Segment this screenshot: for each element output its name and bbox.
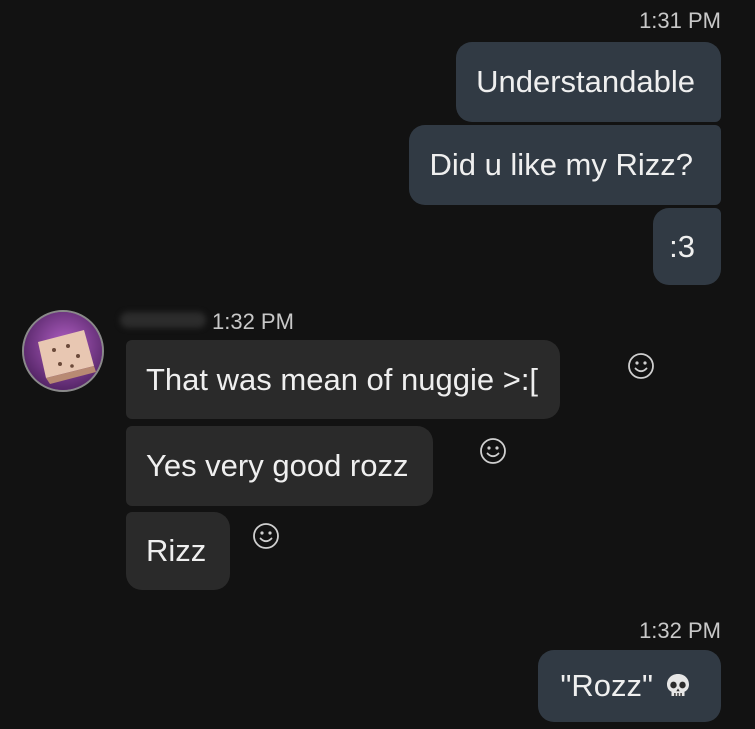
message-timestamp: 1:31 PM: [639, 8, 721, 33]
message-timestamp: 1:32 PM: [212, 309, 294, 334]
skull-icon: [663, 671, 693, 701]
message-text: That was mean of nuggie >:[: [146, 361, 539, 397]
add-reaction-icon[interactable]: [627, 352, 655, 380]
message-text: :3: [669, 228, 695, 264]
contact-avatar[interactable]: [22, 310, 104, 392]
contact-name-redacted: [120, 312, 206, 328]
message-bubble-outgoing[interactable]: "Rozz": [538, 650, 721, 722]
add-reaction-icon[interactable]: [479, 437, 507, 465]
message-bubble-incoming[interactable]: Rizz: [126, 512, 231, 590]
message-text: Rizz: [146, 533, 207, 568]
message-bubble-outgoing[interactable]: Did u like my Rizz?: [409, 125, 721, 205]
message-bubble-outgoing[interactable]: :3: [653, 208, 721, 285]
message-bubble-incoming[interactable]: That was mean of nuggie >:[: [126, 340, 561, 419]
message-text: Did u like my Rizz?: [429, 147, 693, 182]
message-text: Yes very good rozz: [146, 448, 409, 483]
message-bubble-outgoing[interactable]: Understandable: [456, 42, 721, 122]
add-reaction-icon[interactable]: [252, 522, 280, 550]
message-bubble-incoming[interactable]: Yes very good rozz: [126, 426, 433, 506]
message-text: Understandable: [476, 64, 695, 99]
message-timestamp: 1:32 PM: [639, 618, 721, 643]
message-text: "Rozz": [560, 668, 653, 703]
avatar-image: [24, 312, 102, 390]
